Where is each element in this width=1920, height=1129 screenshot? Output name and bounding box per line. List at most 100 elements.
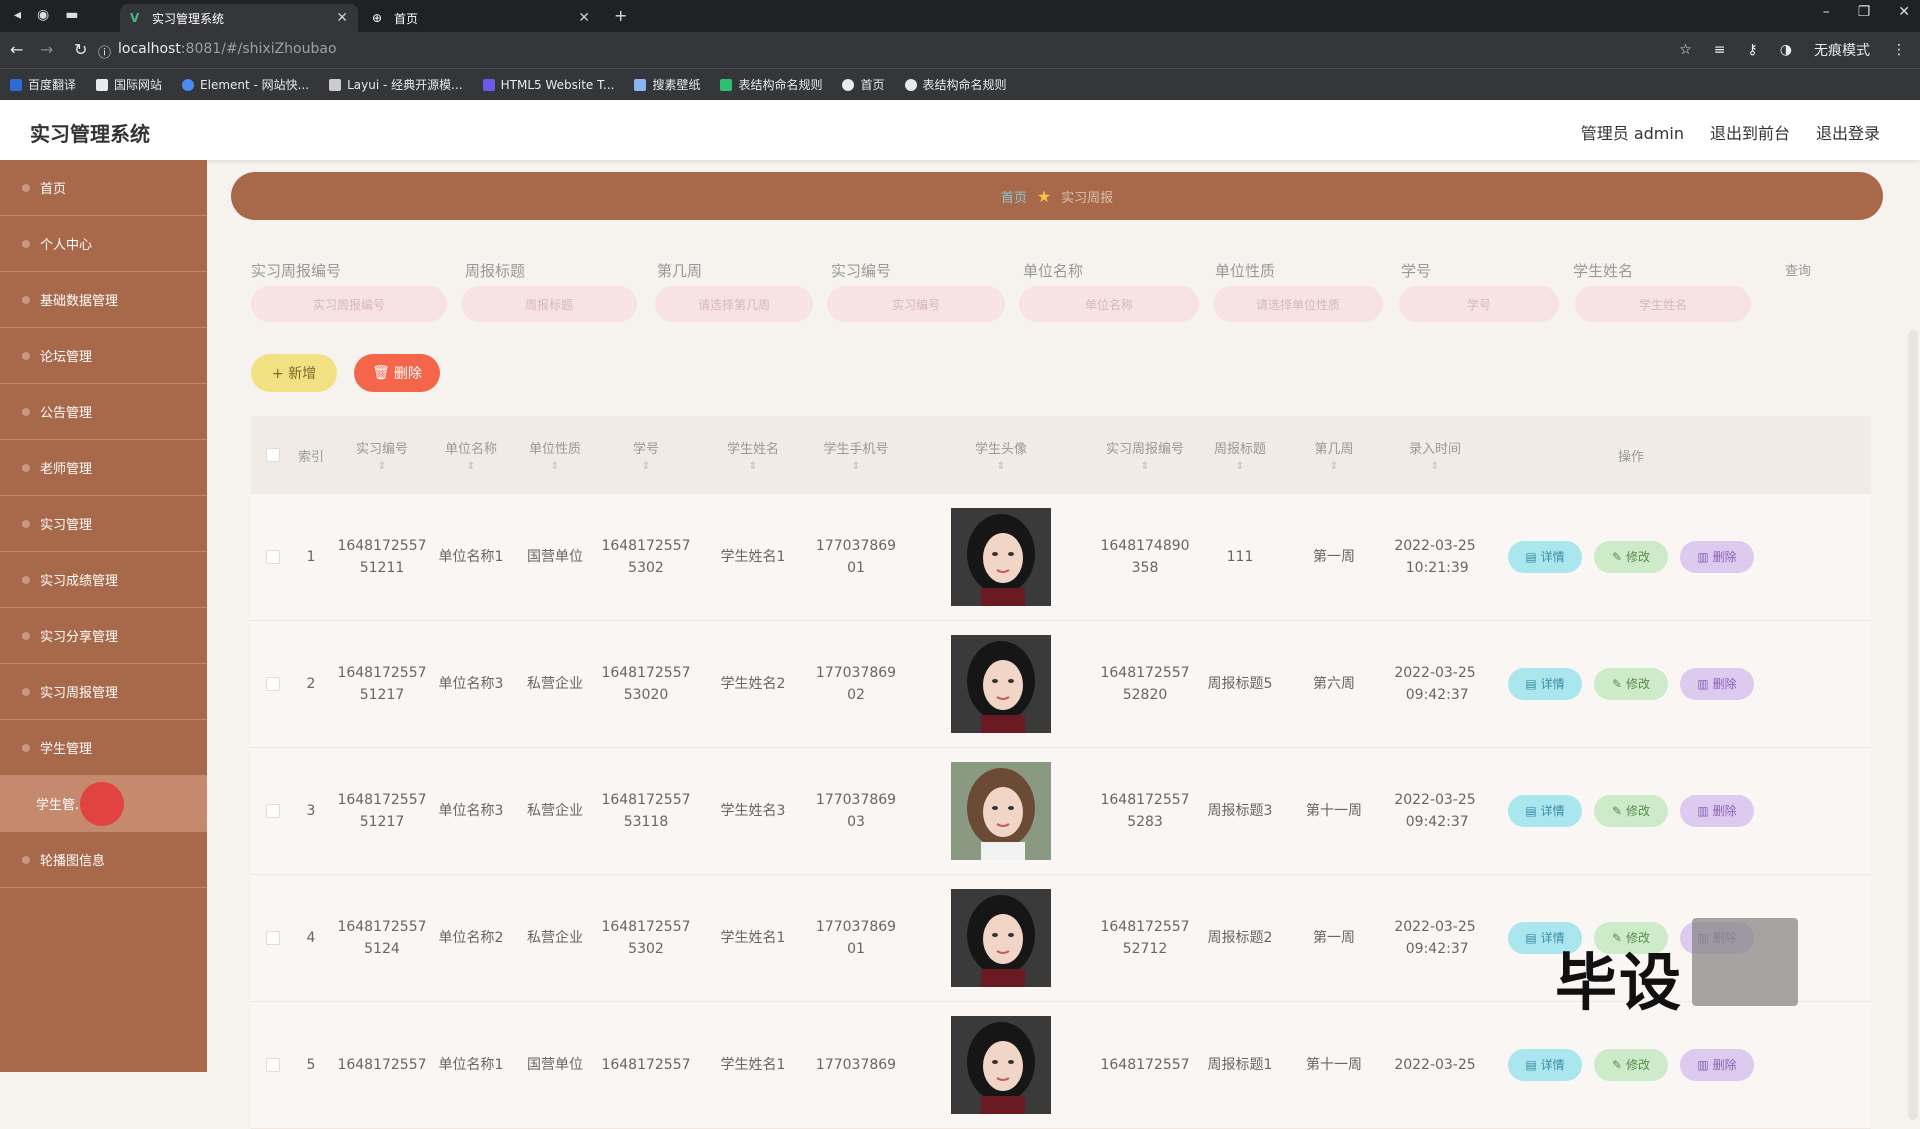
logout-link[interactable]: 退出登录 [1816,120,1880,144]
col-header[interactable]: 学号 ⇕ [591,416,701,494]
sort-icon[interactable]: ⇕ [749,461,757,472]
delete-button[interactable]: ▥删除 [1680,1049,1754,1081]
minimize-icon[interactable]: – [1823,4,1830,20]
bookmark[interactable]: Layui - 经典开源模... [329,76,463,93]
add-button[interactable]: + 新增 [251,354,337,392]
checkbox[interactable] [266,550,280,564]
edit-button[interactable]: ✎ 修改 [1594,795,1668,827]
col-header[interactable]: 学生头像 ⇕ [911,416,1091,494]
edit-button[interactable]: ✎ 修改 [1594,1049,1668,1081]
sort-icon[interactable]: ⇕ [467,461,475,472]
col-header[interactable]: 单位名称 ⇕ [431,416,511,494]
reload-icon[interactable]: ↻ [74,40,87,59]
info-icon[interactable]: ⓘ [98,42,111,61]
sort-icon[interactable]: ⇕ [1330,461,1338,472]
tab-active[interactable]: V 实习管理系统 ✕ [120,4,358,32]
sidebar-item-sharing[interactable]: 实习分享管理 [0,608,207,664]
sort-icon[interactable]: ⇕ [1431,461,1439,472]
shixi-no-input[interactable]: 实习编号 [827,286,1005,322]
edit-button[interactable]: ✎ 修改 [1594,668,1668,700]
page-scrollbar[interactable] [1908,330,1918,1120]
incognito-label[interactable]: 无痕模式 [1814,40,1870,60]
sidebar-item-basic-data[interactable]: 基础数据管理 [0,272,207,328]
sort-icon[interactable]: ⇕ [997,461,1005,472]
unit-nature-select[interactable]: 请选择单位性质 [1213,286,1383,322]
col-header[interactable]: 学生手机号 ⇕ [801,416,911,494]
forward-icon[interactable]: → [40,40,53,59]
sidebar-item-home[interactable]: 首页 [0,160,207,216]
col-header[interactable]: 单位性质 ⇕ [519,416,591,494]
sidebar-item-carousel[interactable]: 轮播图信息 [0,832,207,888]
sidebar-item-weekly[interactable]: 实习周报管理 [0,664,207,720]
tab-inactive[interactable]: ⊕ 首页 ✕ [362,4,600,32]
detail-button[interactable]: ▤ 详情 [1508,668,1582,700]
title-input[interactable]: 周报标题 [461,286,637,322]
sort-icon[interactable]: ⇕ [852,461,860,472]
bookmark[interactable]: 首页 [842,76,885,93]
back-history-icon[interactable]: ◂ [14,7,21,23]
col-header[interactable]: 录入时间 ⇕ [1385,416,1485,494]
bookmark[interactable]: HTML5 Website T... [482,78,614,92]
select-all-checkbox[interactable] [263,416,283,494]
breadcrumb-home[interactable]: 首页 [1001,187,1027,206]
delete-button[interactable]: ▥删除 [1680,795,1754,827]
student-avatar-image[interactable] [951,889,1051,987]
xuehao-input[interactable]: 学号 [1399,286,1559,322]
sidebar-item-grades[interactable]: 实习成绩管理 [0,552,207,608]
student-avatar-image[interactable] [951,762,1051,860]
bookmark[interactable]: 国际网站 [96,76,162,93]
checkbox[interactable] [266,1058,280,1072]
student-avatar-image[interactable] [951,635,1051,733]
window-icon[interactable]: ▬ [65,7,78,23]
col-header[interactable]: 学生姓名 ⇕ [709,416,797,494]
delete-button[interactable]: ▥删除 [1680,668,1754,700]
bookmark[interactable]: 表结构命名规则 [720,76,822,93]
sort-icon[interactable]: ⇕ [1141,461,1149,472]
checkbox[interactable] [266,931,280,945]
back-icon[interactable]: ← [10,40,23,59]
sort-icon[interactable]: ⇕ [551,461,559,472]
delete-button[interactable]: ▥删除 [1680,541,1754,573]
checkbox[interactable] [266,448,280,462]
col-header[interactable]: 周报标题 ⇕ [1197,416,1283,494]
star-icon[interactable]: ☆ [1679,42,1692,58]
checkbox[interactable] [266,804,280,818]
col-header[interactable]: 实习周报编号 ⇕ [1101,416,1189,494]
unit-name-input[interactable]: 单位名称 [1019,286,1199,322]
student-avatar-image[interactable] [951,508,1051,606]
student-name-input[interactable]: 学生姓名 [1575,286,1751,322]
front-link[interactable]: 退出到前台 [1710,120,1790,144]
detail-button[interactable]: ▤ 详情 [1508,1049,1582,1081]
sort-icon[interactable]: ⇕ [642,461,650,472]
sort-icon[interactable]: ⇕ [378,461,386,472]
close-window-icon[interactable]: ✕ [1898,4,1910,20]
close-icon[interactable]: ✕ [578,10,590,26]
reading-list-icon[interactable]: ≡ [1714,42,1726,58]
student-avatar-image[interactable] [951,1016,1051,1114]
sidebar-item-student[interactable]: 学生管理 [0,720,207,776]
sort-icon[interactable]: ⇕ [1236,461,1244,472]
week-select[interactable]: 请选择第几周 [655,286,813,322]
zhoubao-no-input[interactable]: 实习周报编号 [251,286,447,322]
close-icon[interactable]: ✕ [336,10,348,26]
sidebar-item-profile[interactable]: 个人中心 [0,216,207,272]
incognito-icon[interactable]: ◑ [1780,42,1792,58]
batch-delete-button[interactable]: 🗑 删除 [354,354,440,392]
checkbox[interactable] [266,677,280,691]
sidebar-item-teacher[interactable]: 老师管理 [0,440,207,496]
restore-icon[interactable]: ❐ [1858,4,1871,20]
sidebar-item-internship[interactable]: 实习管理 [0,496,207,552]
bookmark[interactable]: Element - 网站快... [182,76,309,93]
new-tab-icon[interactable]: + [614,6,627,25]
detail-button[interactable]: ▤ 详情 [1508,541,1582,573]
query-button[interactable]: 查询 [1785,260,1811,279]
bookmark[interactable]: 表结构命名规则 [904,76,1007,93]
sidebar-item-notice[interactable]: 公告管理 [0,384,207,440]
edit-button[interactable]: ✎ 修改 [1594,541,1668,573]
key-icon[interactable]: ⚷ [1748,42,1758,58]
col-header[interactable]: 实习编号 ⇕ [337,416,427,494]
menu-icon[interactable]: ⋮ [1892,42,1906,58]
col-header[interactable]: 第几周 ⇕ [1291,416,1377,494]
url-field[interactable]: localhost:8081/#/shixiZhoubao [118,41,337,57]
sidebar-item-forum[interactable]: 论坛管理 [0,328,207,384]
